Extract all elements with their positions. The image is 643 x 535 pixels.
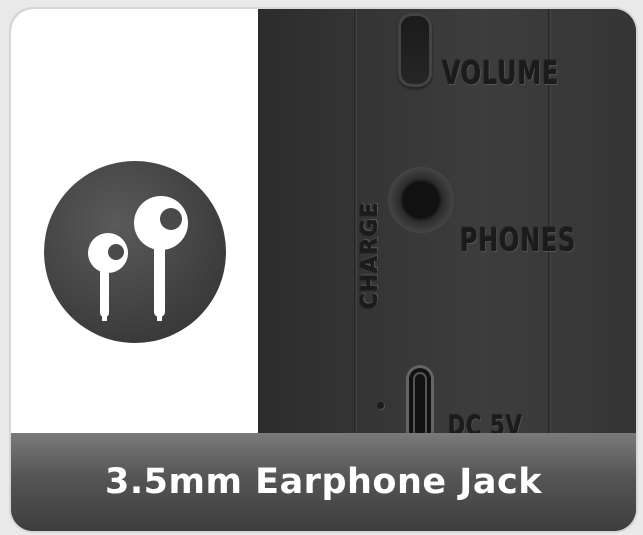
device-side-panel: VOLUME PHONES CHARGE DC 5V (258, 9, 636, 445)
earphones-icon (88, 196, 188, 321)
charge-label: CHARGE (358, 201, 383, 309)
charge-indicator-dot (377, 402, 384, 409)
feature-icon-badge (44, 161, 226, 343)
phones-label: PHONES (460, 221, 577, 259)
panel-seam (354, 9, 357, 433)
product-feature-card: VOLUME PHONES CHARGE DC 5V 3.5mm Earphon… (11, 9, 636, 531)
headphone-jack (388, 167, 454, 233)
volume-label: VOLUME (442, 54, 560, 92)
icon-panel (11, 9, 258, 433)
caption-title: 3.5mm Earphone Jack (105, 462, 542, 502)
volume-wheel (398, 13, 432, 87)
